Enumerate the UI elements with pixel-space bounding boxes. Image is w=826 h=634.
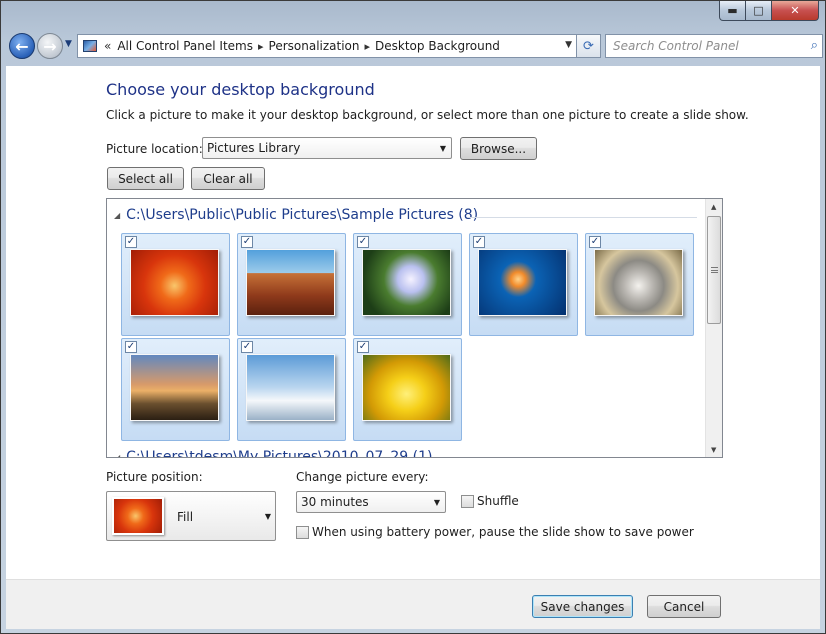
desert-thumbnail	[246, 249, 335, 316]
tile-checkbox[interactable]: ✓	[473, 236, 485, 248]
group-header-my-pictures[interactable]: ◢ C:\Users\tdesm\My Pictures\2010_07_29 …	[114, 449, 433, 458]
breadcrumb-separator-icon[interactable]: ▸	[258, 40, 264, 53]
shuffle-checkbox[interactable]	[461, 495, 474, 508]
search-input[interactable]: Search Control Panel ⌕	[605, 34, 823, 58]
chrysanthemum-thumbnail	[130, 249, 219, 316]
breadcrumb-personalization[interactable]: Personalization	[269, 39, 360, 53]
save-changes-button[interactable]: Save changes	[532, 595, 633, 618]
group-header-sample-pictures[interactable]: ◢ C:\Users\Public\Public Pictures\Sample…	[114, 207, 478, 223]
instructions-text: Click a picture to make it your desktop …	[106, 108, 749, 122]
address-dropdown-icon[interactable]: ▼	[565, 40, 572, 50]
picture-location-label: Picture location:	[106, 142, 203, 156]
picture-tile-jellyfish[interactable]: ✓	[469, 233, 578, 336]
recent-pages-dropdown-icon[interactable]: ▼	[65, 39, 72, 49]
tile-checkbox[interactable]: ✓	[357, 236, 369, 248]
breadcrumb-all-items[interactable]: All Control Panel Items	[117, 39, 253, 53]
chevron-down-icon: ▼	[433, 498, 440, 507]
chevron-down-icon: ▼	[439, 144, 446, 153]
picture-location-value: Pictures Library	[207, 141, 301, 155]
page-title: Choose your desktop background	[106, 80, 375, 99]
content-area: Choose your desktop background Click a p…	[6, 66, 820, 579]
browse-button[interactable]: Browse...	[460, 137, 537, 160]
tile-checkbox[interactable]: ✓	[125, 341, 137, 353]
vertical-scrollbar[interactable]: ▲ ▼	[705, 199, 722, 457]
search-icon[interactable]: ⌕	[811, 38, 818, 53]
group-title: C:\Users\tdesm\My Pictures\2010_07_29 (1…	[126, 449, 433, 458]
collapse-triangle-icon[interactable]: ◢	[114, 211, 120, 220]
caption-buttons: ▬ □ ✕	[719, 1, 819, 21]
tile-checkbox[interactable]: ✓	[589, 236, 601, 248]
penguins-thumbnail	[246, 354, 335, 421]
lighthouse-thumbnail	[130, 354, 219, 421]
back-arrow-icon[interactable]: ←	[9, 33, 35, 59]
shuffle-label: Shuffle	[477, 494, 519, 508]
picture-tile-tulips[interactable]: ✓	[353, 338, 462, 441]
picture-position-label: Picture position:	[106, 470, 203, 484]
minimize-button[interactable]: ▬	[719, 1, 746, 21]
clear-all-button[interactable]: Clear all	[191, 167, 265, 190]
navigation-bar: ← → ▼ « All Control Panel Items ▸ Person…	[7, 32, 823, 60]
picture-tile-desert[interactable]: ✓	[237, 233, 346, 336]
tile-checkbox[interactable]: ✓	[241, 236, 253, 248]
breadcrumb-separator-icon[interactable]: ▸	[365, 40, 371, 53]
grip-icon	[711, 267, 718, 273]
search-placeholder: Search Control Panel	[613, 39, 739, 53]
cancel-button[interactable]: Cancel	[647, 595, 721, 618]
select-all-button[interactable]: Select all	[107, 167, 184, 190]
scrollbar-thumb[interactable]	[707, 216, 721, 324]
jellyfish-thumbnail	[478, 249, 567, 316]
picture-tile-koala[interactable]: ✓	[585, 233, 694, 336]
chevron-down-icon: ▼	[264, 512, 271, 521]
picture-tile-chrysanthemum[interactable]: ✓	[121, 233, 230, 336]
change-picture-label: Change picture every:	[296, 470, 429, 484]
tile-checkbox[interactable]: ✓	[125, 236, 137, 248]
footer-bar: Save changes Cancel	[6, 579, 820, 629]
control-panel-icon	[83, 40, 97, 52]
address-bar[interactable]: « All Control Panel Items ▸ Personalizat…	[77, 34, 577, 58]
scroll-up-arrow-icon[interactable]: ▲	[711, 203, 716, 211]
close-button[interactable]: ✕	[772, 1, 819, 21]
interval-value: 30 minutes	[301, 495, 369, 509]
refresh-icon[interactable]: ⟳	[577, 34, 601, 58]
picture-position-dropdown[interactable]: Fill ▼	[106, 491, 276, 541]
breadcrumb-overflow-icon[interactable]: «	[104, 39, 111, 53]
maximize-button[interactable]: □	[746, 1, 772, 21]
desktop-background-window: ▬ □ ✕ ← → ▼ « All Control Panel Items ▸ …	[0, 0, 826, 634]
koala-thumbnail	[594, 249, 683, 316]
scroll-down-arrow-icon[interactable]: ▼	[711, 446, 716, 454]
hydrangeas-thumbnail	[362, 249, 451, 316]
picture-tile-hydrangeas[interactable]: ✓	[353, 233, 462, 336]
battery-pause-label: When using battery power, pause the slid…	[312, 525, 694, 539]
tile-checkbox[interactable]: ✓	[241, 341, 253, 353]
interval-dropdown[interactable]: 30 minutes ▼	[296, 491, 446, 513]
picture-position-value: Fill	[177, 510, 194, 524]
collapse-triangle-icon[interactable]: ◢	[114, 453, 120, 458]
forward-arrow-icon[interactable]: →	[37, 33, 63, 59]
tile-checkbox[interactable]: ✓	[357, 341, 369, 353]
group-divider	[469, 217, 697, 218]
breadcrumb-desktop-background[interactable]: Desktop Background	[375, 39, 500, 53]
battery-pause-checkbox[interactable]	[296, 526, 309, 539]
group-title: C:\Users\Public\Public Pictures\Sample P…	[126, 207, 479, 223]
position-preview-thumbnail	[112, 497, 164, 535]
picture-location-dropdown[interactable]: Pictures Library ▼	[202, 137, 452, 159]
picture-tile-penguins[interactable]: ✓	[237, 338, 346, 441]
picture-gallery[interactable]: ◢ C:\Users\Public\Public Pictures\Sample…	[106, 198, 723, 458]
tulips-thumbnail	[362, 354, 451, 421]
picture-tile-lighthouse[interactable]: ✓	[121, 338, 230, 441]
